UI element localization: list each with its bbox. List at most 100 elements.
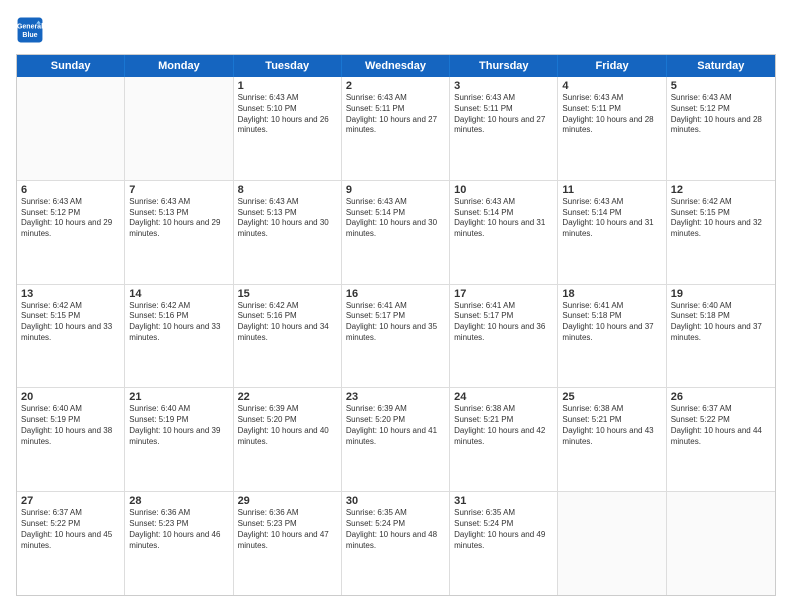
header-day-wednesday: Wednesday — [342, 55, 450, 77]
day-info: Sunrise: 6:43 AM Sunset: 5:11 PM Dayligh… — [454, 93, 553, 136]
header-day-saturday: Saturday — [667, 55, 775, 77]
calendar-body: 1Sunrise: 6:43 AM Sunset: 5:10 PM Daylig… — [17, 77, 775, 595]
day-info: Sunrise: 6:43 AM Sunset: 5:13 PM Dayligh… — [238, 197, 337, 240]
day-number: 15 — [238, 288, 337, 300]
day-info: Sunrise: 6:40 AM Sunset: 5:19 PM Dayligh… — [21, 404, 120, 447]
svg-text:General: General — [17, 23, 43, 30]
day-number: 29 — [238, 495, 337, 507]
empty-cell — [17, 77, 125, 180]
day-cell-29: 29Sunrise: 6:36 AM Sunset: 5:23 PM Dayli… — [234, 492, 342, 595]
calendar: SundayMondayTuesdayWednesdayThursdayFrid… — [16, 54, 776, 596]
day-info: Sunrise: 6:42 AM Sunset: 5:15 PM Dayligh… — [21, 301, 120, 344]
day-cell-5: 5Sunrise: 6:43 AM Sunset: 5:12 PM Daylig… — [667, 77, 775, 180]
week-row-2: 13Sunrise: 6:42 AM Sunset: 5:15 PM Dayli… — [17, 285, 775, 389]
day-cell-7: 7Sunrise: 6:43 AM Sunset: 5:13 PM Daylig… — [125, 181, 233, 284]
week-row-1: 6Sunrise: 6:43 AM Sunset: 5:12 PM Daylig… — [17, 181, 775, 285]
day-number: 9 — [346, 184, 445, 196]
day-number: 4 — [562, 80, 661, 92]
day-cell-17: 17Sunrise: 6:41 AM Sunset: 5:17 PM Dayli… — [450, 285, 558, 388]
header: General Blue — [16, 16, 776, 44]
day-info: Sunrise: 6:36 AM Sunset: 5:23 PM Dayligh… — [129, 508, 228, 551]
day-number: 12 — [671, 184, 771, 196]
empty-cell — [558, 492, 666, 595]
day-cell-21: 21Sunrise: 6:40 AM Sunset: 5:19 PM Dayli… — [125, 388, 233, 491]
day-number: 22 — [238, 391, 337, 403]
day-info: Sunrise: 6:40 AM Sunset: 5:19 PM Dayligh… — [129, 404, 228, 447]
calendar-header: SundayMondayTuesdayWednesdayThursdayFrid… — [17, 55, 775, 77]
day-info: Sunrise: 6:43 AM Sunset: 5:14 PM Dayligh… — [454, 197, 553, 240]
empty-cell — [125, 77, 233, 180]
day-cell-1: 1Sunrise: 6:43 AM Sunset: 5:10 PM Daylig… — [234, 77, 342, 180]
week-row-0: 1Sunrise: 6:43 AM Sunset: 5:10 PM Daylig… — [17, 77, 775, 181]
empty-cell — [667, 492, 775, 595]
day-info: Sunrise: 6:43 AM Sunset: 5:10 PM Dayligh… — [238, 93, 337, 136]
header-day-friday: Friday — [558, 55, 666, 77]
day-cell-30: 30Sunrise: 6:35 AM Sunset: 5:24 PM Dayli… — [342, 492, 450, 595]
day-cell-2: 2Sunrise: 6:43 AM Sunset: 5:11 PM Daylig… — [342, 77, 450, 180]
day-cell-25: 25Sunrise: 6:38 AM Sunset: 5:21 PM Dayli… — [558, 388, 666, 491]
header-day-sunday: Sunday — [17, 55, 125, 77]
day-cell-6: 6Sunrise: 6:43 AM Sunset: 5:12 PM Daylig… — [17, 181, 125, 284]
day-number: 23 — [346, 391, 445, 403]
day-info: Sunrise: 6:43 AM Sunset: 5:11 PM Dayligh… — [562, 93, 661, 136]
day-number: 13 — [21, 288, 120, 300]
day-info: Sunrise: 6:38 AM Sunset: 5:21 PM Dayligh… — [562, 404, 661, 447]
day-number: 24 — [454, 391, 553, 403]
day-cell-4: 4Sunrise: 6:43 AM Sunset: 5:11 PM Daylig… — [558, 77, 666, 180]
day-info: Sunrise: 6:37 AM Sunset: 5:22 PM Dayligh… — [671, 404, 771, 447]
day-cell-3: 3Sunrise: 6:43 AM Sunset: 5:11 PM Daylig… — [450, 77, 558, 180]
day-number: 26 — [671, 391, 771, 403]
day-number: 3 — [454, 80, 553, 92]
day-info: Sunrise: 6:38 AM Sunset: 5:21 PM Dayligh… — [454, 404, 553, 447]
header-day-tuesday: Tuesday — [234, 55, 342, 77]
logo-icon: General Blue — [16, 16, 44, 44]
day-info: Sunrise: 6:39 AM Sunset: 5:20 PM Dayligh… — [238, 404, 337, 447]
day-number: 1 — [238, 80, 337, 92]
day-number: 20 — [21, 391, 120, 403]
day-cell-16: 16Sunrise: 6:41 AM Sunset: 5:17 PM Dayli… — [342, 285, 450, 388]
day-info: Sunrise: 6:42 AM Sunset: 5:16 PM Dayligh… — [238, 301, 337, 344]
day-info: Sunrise: 6:43 AM Sunset: 5:11 PM Dayligh… — [346, 93, 445, 136]
day-cell-23: 23Sunrise: 6:39 AM Sunset: 5:20 PM Dayli… — [342, 388, 450, 491]
week-row-4: 27Sunrise: 6:37 AM Sunset: 5:22 PM Dayli… — [17, 492, 775, 595]
day-info: Sunrise: 6:43 AM Sunset: 5:12 PM Dayligh… — [21, 197, 120, 240]
day-info: Sunrise: 6:42 AM Sunset: 5:16 PM Dayligh… — [129, 301, 228, 344]
week-row-3: 20Sunrise: 6:40 AM Sunset: 5:19 PM Dayli… — [17, 388, 775, 492]
day-info: Sunrise: 6:41 AM Sunset: 5:17 PM Dayligh… — [346, 301, 445, 344]
day-cell-9: 9Sunrise: 6:43 AM Sunset: 5:14 PM Daylig… — [342, 181, 450, 284]
day-cell-11: 11Sunrise: 6:43 AM Sunset: 5:14 PM Dayli… — [558, 181, 666, 284]
day-cell-14: 14Sunrise: 6:42 AM Sunset: 5:16 PM Dayli… — [125, 285, 233, 388]
day-number: 25 — [562, 391, 661, 403]
calendar-page: General Blue SundayMondayTuesdayWednesda… — [0, 0, 792, 612]
day-number: 19 — [671, 288, 771, 300]
day-info: Sunrise: 6:43 AM Sunset: 5:12 PM Dayligh… — [671, 93, 771, 136]
day-cell-28: 28Sunrise: 6:36 AM Sunset: 5:23 PM Dayli… — [125, 492, 233, 595]
day-cell-26: 26Sunrise: 6:37 AM Sunset: 5:22 PM Dayli… — [667, 388, 775, 491]
day-cell-15: 15Sunrise: 6:42 AM Sunset: 5:16 PM Dayli… — [234, 285, 342, 388]
day-number: 31 — [454, 495, 553, 507]
day-info: Sunrise: 6:35 AM Sunset: 5:24 PM Dayligh… — [346, 508, 445, 551]
day-info: Sunrise: 6:42 AM Sunset: 5:15 PM Dayligh… — [671, 197, 771, 240]
day-info: Sunrise: 6:41 AM Sunset: 5:18 PM Dayligh… — [562, 301, 661, 344]
day-number: 21 — [129, 391, 228, 403]
day-number: 27 — [21, 495, 120, 507]
day-cell-27: 27Sunrise: 6:37 AM Sunset: 5:22 PM Dayli… — [17, 492, 125, 595]
day-cell-24: 24Sunrise: 6:38 AM Sunset: 5:21 PM Dayli… — [450, 388, 558, 491]
day-cell-13: 13Sunrise: 6:42 AM Sunset: 5:15 PM Dayli… — [17, 285, 125, 388]
day-number: 16 — [346, 288, 445, 300]
day-number: 10 — [454, 184, 553, 196]
day-number: 11 — [562, 184, 661, 196]
svg-text:Blue: Blue — [22, 32, 37, 39]
day-number: 14 — [129, 288, 228, 300]
day-cell-12: 12Sunrise: 6:42 AM Sunset: 5:15 PM Dayli… — [667, 181, 775, 284]
day-number: 7 — [129, 184, 228, 196]
day-number: 2 — [346, 80, 445, 92]
day-number: 30 — [346, 495, 445, 507]
day-info: Sunrise: 6:36 AM Sunset: 5:23 PM Dayligh… — [238, 508, 337, 551]
header-day-thursday: Thursday — [450, 55, 558, 77]
day-number: 6 — [21, 184, 120, 196]
day-cell-19: 19Sunrise: 6:40 AM Sunset: 5:18 PM Dayli… — [667, 285, 775, 388]
day-cell-18: 18Sunrise: 6:41 AM Sunset: 5:18 PM Dayli… — [558, 285, 666, 388]
day-cell-31: 31Sunrise: 6:35 AM Sunset: 5:24 PM Dayli… — [450, 492, 558, 595]
day-info: Sunrise: 6:43 AM Sunset: 5:13 PM Dayligh… — [129, 197, 228, 240]
